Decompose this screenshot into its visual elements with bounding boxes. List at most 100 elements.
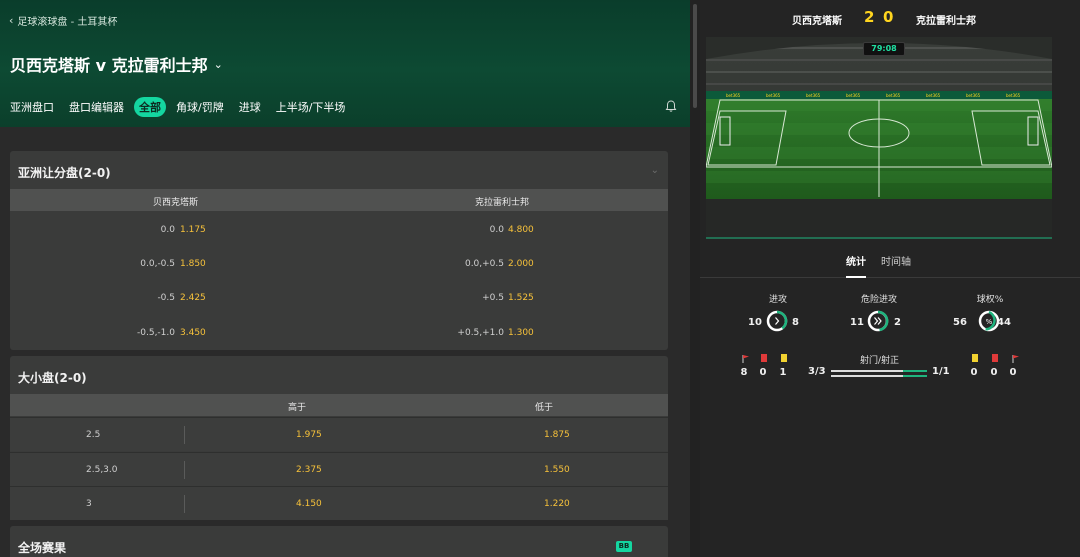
svg-text:bet365: bet365 bbox=[726, 93, 741, 98]
stat-home-value: 10 bbox=[748, 317, 762, 328]
home-odds[interactable]: 1.850 bbox=[180, 259, 206, 269]
away-yellow-cards: 0 bbox=[970, 367, 978, 378]
column-over: 高于 bbox=[288, 403, 307, 413]
full-time-card: 全场赛果 bbox=[10, 526, 668, 557]
breadcrumb-label[interactable]: 足球滚球盘 - 土耳其杯 bbox=[17, 13, 117, 28]
totals-row: 3 4.150 1.220 bbox=[10, 486, 668, 520]
svg-text:%: % bbox=[986, 318, 993, 326]
home-corner-flag-icon bbox=[742, 355, 749, 363]
stat-home-value: 11 bbox=[850, 317, 864, 328]
svg-text:bet365: bet365 bbox=[926, 93, 941, 98]
chevron-down-icon[interactable]: ⌄ bbox=[651, 165, 659, 176]
tab-asian-handicap[interactable]: 亚洲盘口 bbox=[10, 97, 59, 117]
totals-card: 大小盘(2-0) 高于 低于 2.5 1.975 1.875 2.5,3.0 2… bbox=[10, 356, 668, 520]
handicap-row: 0.0 1.175 0.0 4.800 bbox=[10, 225, 668, 239]
divider bbox=[184, 495, 185, 513]
breadcrumb[interactable]: ‹ 足球滚球盘 - 土耳其杯 bbox=[9, 13, 117, 28]
column-under: 低于 bbox=[535, 403, 554, 413]
line-value: 2.5 bbox=[86, 430, 101, 440]
over-odds[interactable]: 1.975 bbox=[296, 430, 322, 440]
over-odds[interactable]: 4.150 bbox=[296, 499, 322, 509]
under-odds[interactable]: 1.550 bbox=[544, 465, 570, 475]
markets-column: ‹ 足球滚球盘 - 土耳其杯 贝西克塔斯 v 克拉雷利士邦 ⌄ 亚洲盘口 盘口编… bbox=[0, 0, 690, 557]
away-odds[interactable]: 1.525 bbox=[508, 293, 534, 303]
divider bbox=[184, 426, 185, 444]
stat-label: 危险进攻 bbox=[860, 295, 897, 305]
match-title[interactable]: 贝西克塔斯 v 克拉雷利士邦 ⌄ bbox=[10, 52, 223, 76]
home-line: -0.5 bbox=[157, 293, 175, 303]
handicap-row: -0.5,-1.0 3.450 +0.5,+1.0 1.300 bbox=[10, 328, 668, 342]
home-shots: 3/3 bbox=[808, 366, 826, 377]
match-title-label: 贝西克塔斯 v 克拉雷利士邦 bbox=[10, 56, 208, 75]
away-corner-flag-icon bbox=[1012, 355, 1019, 363]
tab-all[interactable]: 全部 bbox=[134, 97, 166, 117]
home-corners: 8 bbox=[740, 367, 748, 378]
bell-icon[interactable] bbox=[664, 99, 678, 113]
home-line: 0.0,-0.5 bbox=[140, 259, 175, 269]
svg-text:bet365: bet365 bbox=[886, 93, 901, 98]
svg-text:bet365: bet365 bbox=[1006, 93, 1021, 98]
stadium-pitch-image: bet365 bet365 bet365 bet365 bet365 bet365 be… bbox=[706, 37, 1052, 239]
away-shots: 1/1 bbox=[932, 366, 950, 377]
home-shots-bar bbox=[831, 370, 927, 372]
stat-dangerous-attacks: 危险进攻 11 2 bbox=[819, 292, 939, 336]
home-line: 0.0 bbox=[160, 225, 175, 235]
chevron-left-icon[interactable]: ‹ bbox=[9, 14, 13, 27]
handicap-row: 0.0,-0.5 1.850 0.0,+0.5 2.000 bbox=[10, 259, 668, 273]
home-odds[interactable]: 2.425 bbox=[180, 293, 206, 303]
attacks-ring-icon bbox=[766, 310, 788, 332]
home-team-name: 贝西克塔斯 bbox=[792, 16, 842, 27]
column-home: 贝西克塔斯 bbox=[153, 198, 199, 208]
line-value: 2.5,3.0 bbox=[86, 465, 118, 475]
market-tabs: 亚洲盘口 盘口编辑器 全部 角球/罚牌 进球 上半场/下半场 bbox=[10, 97, 355, 117]
column-away: 克拉雷利士邦 bbox=[475, 198, 530, 208]
over-odds[interactable]: 2.375 bbox=[296, 465, 322, 475]
live-match-panel: 贝西克塔斯 2 0 克拉雷利士邦 bet365 bet365 bet365 be… bbox=[700, 0, 1080, 557]
market-title[interactable]: 亚洲让分盘(2-0) bbox=[18, 164, 111, 181]
asian-handicap-card: 亚洲让分盘(2-0) ⌄ 贝西克塔斯 克拉雷利士邦 0.0 1.175 0.0 … bbox=[10, 151, 668, 350]
stat-possession: 球权% 56 % 44 bbox=[930, 292, 1050, 336]
away-yellow-card-icon bbox=[972, 354, 978, 362]
tab-corners-cards[interactable]: 角球/罚牌 bbox=[171, 97, 229, 117]
tab-timeline[interactable]: 时间轴 bbox=[881, 253, 911, 268]
under-odds[interactable]: 1.875 bbox=[544, 430, 570, 440]
match-clock: 79:08 bbox=[863, 42, 905, 56]
scrollbar-thumb[interactable] bbox=[693, 4, 697, 108]
scoreboard: 贝西克塔斯 2 0 克拉雷利士邦 bbox=[700, 0, 1080, 36]
market-title[interactable]: 大小盘(2-0) bbox=[18, 369, 87, 386]
tab-halves[interactable]: 上半场/下半场 bbox=[271, 97, 351, 117]
home-odds[interactable]: 1.175 bbox=[180, 225, 206, 235]
home-red-card-icon bbox=[761, 354, 767, 362]
away-red-cards: 0 bbox=[990, 367, 998, 378]
panel-tabs: 统计 时间轴 bbox=[700, 250, 1080, 278]
away-line: 0.0 bbox=[489, 225, 504, 235]
market-title[interactable]: 全场赛果 bbox=[18, 539, 66, 556]
dangerous-attacks-ring-icon bbox=[867, 310, 889, 332]
chevron-down-icon[interactable]: ⌄ bbox=[214, 58, 223, 71]
tab-stats[interactable]: 统计 bbox=[846, 253, 866, 278]
handicap-row: -0.5 2.425 +0.5 1.525 bbox=[10, 293, 668, 307]
home-score: 2 bbox=[864, 8, 875, 26]
column-header: 高于 低于 bbox=[10, 394, 668, 416]
stat-away-value: 8 bbox=[792, 317, 799, 328]
home-red-cards: 0 bbox=[759, 367, 767, 378]
under-odds[interactable]: 1.220 bbox=[544, 499, 570, 509]
totals-row: 2.5,3.0 2.375 1.550 bbox=[10, 452, 668, 486]
away-odds[interactable]: 1.300 bbox=[508, 328, 534, 338]
stat-away-value: 2 bbox=[894, 317, 901, 328]
column-header: 贝西克塔斯 克拉雷利士邦 bbox=[10, 189, 668, 211]
away-odds[interactable]: 4.800 bbox=[508, 225, 534, 235]
home-line: -0.5,-1.0 bbox=[137, 328, 175, 338]
away-line: +0.5,+1.0 bbox=[457, 328, 504, 338]
away-odds[interactable]: 2.000 bbox=[508, 259, 534, 269]
away-shots-on-target-bar bbox=[903, 375, 927, 377]
home-odds[interactable]: 3.450 bbox=[180, 328, 206, 338]
tab-goals[interactable]: 进球 bbox=[234, 97, 266, 117]
home-yellow-cards: 1 bbox=[779, 367, 787, 378]
away-red-card-icon bbox=[992, 354, 998, 362]
totals-row: 2.5 1.975 1.875 bbox=[10, 417, 668, 451]
home-shots-on-target-bar bbox=[903, 370, 927, 372]
tab-market-editor[interactable]: 盘口编辑器 bbox=[64, 97, 129, 117]
away-team-name: 克拉雷利士邦 bbox=[916, 16, 976, 27]
svg-text:bet365: bet365 bbox=[846, 93, 861, 98]
